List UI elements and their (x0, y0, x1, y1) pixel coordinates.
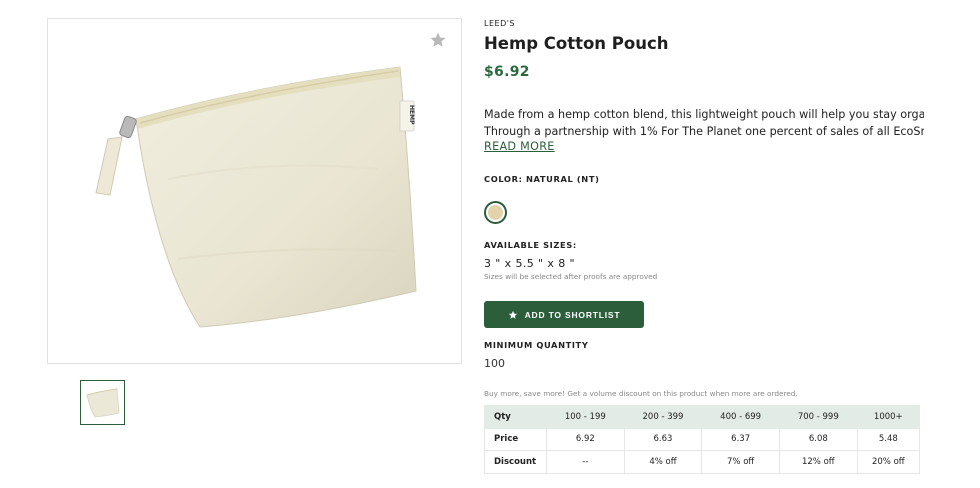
product-main-image: HEMP (47, 18, 462, 364)
favorite-star-icon[interactable] (429, 31, 447, 49)
sizes-value: 3 " x 5.5 " x 8 " (484, 257, 575, 270)
description-line: Made from a hemp cotton blend, this ligh… (484, 108, 924, 121)
pricing-header-cell: 1000+ (856, 405, 921, 429)
volume-discount-note: Buy more, save more! Get a volume discou… (484, 389, 798, 398)
pricing-header-cell: 700 - 999 (778, 405, 858, 429)
pouch-tag-text: HEMP (408, 105, 415, 125)
pricing-cell: -- (546, 450, 625, 474)
product-price: $6.92 (484, 64, 530, 80)
description-line: Through a partnership with 1% For The Pl… (484, 125, 924, 138)
pricing-cell: 6.08 (778, 427, 858, 451)
pricing-table: Qty 100 - 199 200 - 399 400 - 699 700 - … (484, 405, 921, 474)
pricing-cell: 5.48 (856, 427, 921, 451)
pricing-cell: Price (484, 427, 547, 451)
pricing-cell: 4% off (623, 450, 703, 474)
pricing-cell: 6.63 (623, 427, 703, 451)
pricing-row-discount: Discount -- 4% off 7% off 12% off 20% of… (484, 450, 921, 474)
minimum-quantity-label: MINIMUM QUANTITY (484, 340, 589, 350)
pouch-image: HEMP (95, 66, 417, 328)
pricing-header-cell: 200 - 399 (623, 405, 703, 429)
swatch-fill (488, 205, 503, 220)
pricing-header-cell: 100 - 199 (546, 405, 625, 429)
color-label: COLOR: NATURAL (NT) (484, 174, 600, 184)
color-swatch-natural[interactable] (484, 201, 507, 224)
shortlist-label: ADD TO SHORTLIST (524, 309, 621, 320)
pricing-header-cell: 400 - 699 (701, 405, 780, 429)
brand-name: LEED'S (484, 19, 516, 28)
product-thumbnail[interactable] (80, 380, 125, 425)
minimum-quantity-value: 100 (484, 357, 505, 370)
pricing-cell: Discount (484, 450, 547, 474)
read-more-link[interactable]: READ MORE (484, 140, 555, 153)
pricing-cell: 6.37 (701, 427, 780, 451)
add-to-shortlist-button[interactable]: ADD TO SHORTLIST (484, 301, 644, 328)
sizes-note: Sizes will be selected after proofs are … (484, 272, 658, 281)
pricing-cell: 12% off (778, 450, 858, 474)
sizes-label: AVAILABLE SIZES: (484, 240, 577, 250)
pricing-cell: 20% off (856, 450, 921, 474)
pricing-header-cell: Qty (484, 405, 547, 429)
pricing-cell: 6.92 (546, 427, 625, 451)
pricing-row-price: Price 6.92 6.63 6.37 6.08 5.48 (484, 427, 921, 451)
pouch-thumbnail-image (86, 388, 120, 418)
pricing-header-row: Qty 100 - 199 200 - 399 400 - 699 700 - … (484, 405, 921, 429)
star-icon (508, 310, 517, 319)
product-title: Hemp Cotton Pouch (484, 34, 669, 53)
product-description: Made from a hemp cotton blend, this ligh… (484, 106, 924, 140)
pricing-cell: 7% off (701, 450, 780, 474)
